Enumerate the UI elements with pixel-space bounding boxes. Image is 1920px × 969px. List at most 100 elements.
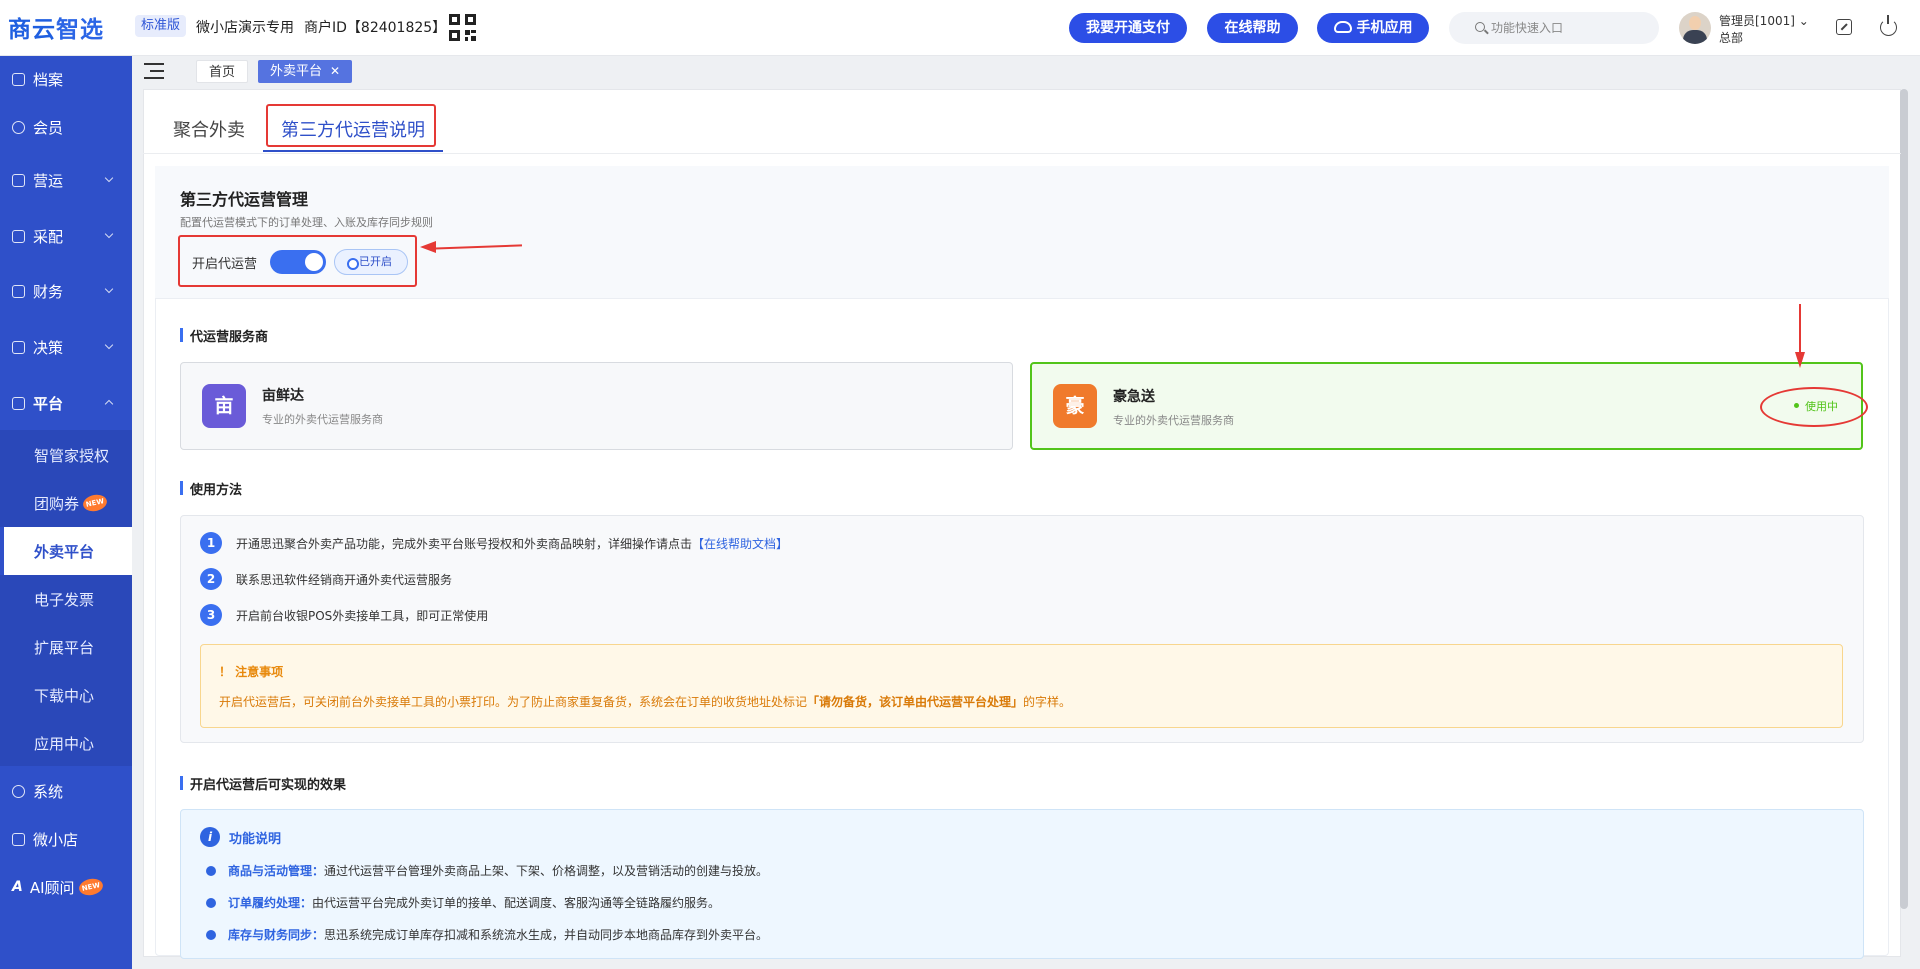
provider-card[interactable]: 亩 亩鲜达 专业的外卖代运营服务商 xyxy=(180,362,1013,450)
notice-text-highlight: 「请勿备货，该订单由代运营平台处理」 xyxy=(807,695,1024,709)
notice-text-c: 的字样。 xyxy=(1023,695,1072,709)
provider-card-selected[interactable]: 豪 豪急送 专业的外卖代运营服务商 xyxy=(1030,362,1863,450)
search-placeholder: 功能快速入口 xyxy=(1491,21,1564,35)
management-title: 第三方代运营管理 xyxy=(180,190,309,209)
qr-code-icon[interactable] xyxy=(449,14,476,41)
chevron-down-icon xyxy=(104,340,114,350)
chevron-down-icon xyxy=(104,173,114,183)
effect-item-title: 库存与财务同步： xyxy=(228,928,325,942)
decision-icon xyxy=(12,340,25,354)
mobile-app-label: 手机应用 xyxy=(1356,20,1413,36)
sidebar-sub-item[interactable]: 团购券 NEW xyxy=(0,479,132,527)
fullscreen-icon[interactable] xyxy=(1836,19,1852,35)
provider-logo: 亩 xyxy=(202,384,246,428)
sidebar-item-label: 微小店 xyxy=(33,830,79,849)
tab-takeaway-platform[interactable]: 外卖平台 ✕ xyxy=(258,60,353,83)
sidebar-item-label: 决策 xyxy=(33,338,64,357)
sidebar-item-archive[interactable]: 档案 xyxy=(0,55,132,103)
finance-icon xyxy=(12,284,25,298)
mobile-app-button[interactable]: 手机应用 xyxy=(1317,13,1429,43)
effect-item-text: 由代运营平台完成外卖订单的接单、配送调度、客服沟通等全链路履约服务。 xyxy=(312,896,721,910)
annotation-arrow xyxy=(1799,304,1801,354)
chevron-up-icon xyxy=(104,399,114,409)
sidebar-sub-item[interactable]: 智管家授权 xyxy=(0,431,132,479)
provider-name: 亩鲜达 xyxy=(262,388,304,404)
logo-text-b: 智选 xyxy=(56,17,104,43)
shop-icon xyxy=(12,832,25,846)
new-badge: NEW xyxy=(77,876,104,898)
online-help-button[interactable]: 在线帮助 xyxy=(1207,13,1298,43)
power-icon[interactable] xyxy=(1880,15,1897,36)
sidebar-sub-item[interactable]: 应用中心 xyxy=(0,719,132,767)
search-icon xyxy=(1475,22,1485,32)
step-item: 2 联系思迅软件经销商开通外卖代运营服务 xyxy=(200,568,452,590)
cloud-icon xyxy=(1333,21,1352,33)
section-title-usage: 使用方法 xyxy=(180,479,242,498)
step-item: 1 开通思迅聚合外卖产品功能，完成外卖平台账号授权和外卖商品映射，详细操作请点击【… xyxy=(200,532,788,554)
provider-name: 豪急送 xyxy=(1113,389,1155,405)
sidebar-item-decision[interactable]: 决策 xyxy=(0,323,132,371)
sidebar-item-finance[interactable]: 财务 xyxy=(0,267,132,315)
logo-text-a: 商云 xyxy=(8,17,56,43)
sidebar-item-label: 档案 xyxy=(33,70,64,89)
effects-head-label: 功能说明 xyxy=(229,831,282,847)
notice-title: ！ 注意事项 xyxy=(219,665,284,679)
management-desc: 配置代运营模式下的订单处理、入账及库存同步规则 xyxy=(180,216,433,229)
effect-item-title: 订单履约处理： xyxy=(228,896,313,910)
close-icon[interactable]: ✕ xyxy=(330,64,340,78)
step-text: 开通思迅聚合外卖产品功能，完成外卖平台账号授权和外卖商品映射，详细操作请点击 xyxy=(236,536,693,551)
step-item: 3 开启前台收银POS外卖接单工具，即可正常使用 xyxy=(200,604,488,626)
edition-badge: 标准版 xyxy=(135,15,187,37)
sidebar-item-member[interactable]: 会员 xyxy=(0,103,132,151)
sidebar-item-system[interactable]: 系统 xyxy=(0,767,132,815)
system-icon xyxy=(12,784,25,798)
sidebar-item-purchase[interactable]: 采配 xyxy=(0,212,132,260)
tab-label: 外卖平台 xyxy=(270,64,323,79)
provider-desc: 专业的外卖代运营服务商 xyxy=(1113,414,1234,427)
user-name[interactable]: 管理员[1001] ⌄ xyxy=(1719,12,1809,29)
annotation-arrow-head xyxy=(1795,352,1805,368)
effects-head: i 功能说明 xyxy=(200,827,281,847)
effect-item: 商品与活动管理：通过代运营平台管理外卖商品上架、下架、价格调整，以及营销活动的创… xyxy=(206,862,768,879)
effect-item-text: 思迅系统完成订单库存扣减和系统流水生成，并自动同步本地商品库存到外卖平台。 xyxy=(324,928,769,942)
annotation-arrow-head xyxy=(420,241,436,253)
step-number: 3 xyxy=(200,604,222,626)
help-doc-link[interactable]: 【在线帮助文档】 xyxy=(692,535,788,552)
step-text: 开启前台收银POS外卖接单工具，即可正常使用 xyxy=(236,608,489,623)
sidebar-item-platform[interactable]: 平台 xyxy=(0,379,132,427)
effect-item: 库存与财务同步：思迅系统完成订单库存扣减和系统流水生成，并自动同步本地商品库存到… xyxy=(206,926,768,943)
sidebar-item-label: 会员 xyxy=(33,118,64,137)
sidebar-item-label: 平台 xyxy=(33,394,64,413)
sidebar-item-ai[interactable]: A AI顾问 NEW xyxy=(0,863,132,911)
sidebar-item-label: 营运 xyxy=(33,171,64,190)
step-number: 2 xyxy=(200,568,222,590)
tab-home[interactable]: 首页 xyxy=(196,60,249,83)
provider-desc: 专业的外卖代运营服务商 xyxy=(262,413,383,426)
sidebar-sub-item-active[interactable]: 外卖平台 xyxy=(0,527,132,575)
avatar[interactable] xyxy=(1679,12,1711,44)
annotation-box xyxy=(178,235,417,287)
step-number: 1 xyxy=(200,532,222,554)
effect-item: 订单履约处理：由代运营平台完成外卖订单的接单、配送调度、客服沟通等全链路履约服务… xyxy=(206,894,720,911)
sidebar-item-label: 系统 xyxy=(33,782,64,801)
open-payment-button[interactable]: 我要开通支付 xyxy=(1069,13,1187,43)
annotation-ellipse xyxy=(1760,387,1868,427)
sidebar-sub-label: 团购券 xyxy=(34,494,80,513)
active-tab-underline xyxy=(263,150,443,152)
sidebar-item-operation[interactable]: 营运 xyxy=(0,156,132,204)
sidebar-item-label: AI顾问 xyxy=(29,878,75,897)
notice-text-a: 开启代运营后，可关闭前台外卖接单工具的小票打印。为了防止商家重复备货，系统会在订… xyxy=(219,695,808,709)
sidebar-sub-item[interactable]: 扩展平台 xyxy=(0,623,132,671)
tab-aggregate-takeaway[interactable]: 聚合外卖 xyxy=(173,116,245,142)
ai-icon: A xyxy=(12,879,23,895)
search-input[interactable]: 功能快速入口 xyxy=(1449,12,1659,44)
sidebar-item-micro-shop[interactable]: 微小店 xyxy=(0,815,132,863)
section-title-effects: 开启代运营后可实现的效果 xyxy=(180,774,346,793)
sidebar-sub-item[interactable]: 下载中心 xyxy=(0,671,132,719)
menu-collapse-icon[interactable] xyxy=(144,63,164,79)
scrollbar[interactable] xyxy=(1900,89,1908,909)
archive-icon xyxy=(12,72,25,86)
purchase-icon xyxy=(12,229,25,243)
merchant-id: 商户ID【82401825】 xyxy=(304,20,447,36)
sidebar-sub-item[interactable]: 电子发票 xyxy=(0,575,132,623)
